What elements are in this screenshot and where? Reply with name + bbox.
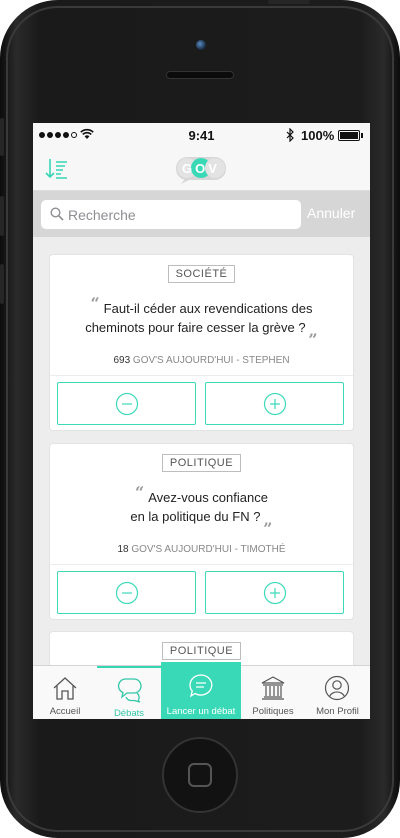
home-icon [53, 677, 77, 700]
debate-card[interactable]: SOCIÉTÉ “Faut-il céder aux revendication… [49, 254, 354, 431]
app-screen: 9:41 100% GOV Recherche Annuler SOCIÉTÉ … [33, 123, 370, 719]
minus-circle-icon [115, 392, 139, 416]
battery-icon [338, 130, 360, 141]
tab-label: Mon Profil [316, 706, 359, 717]
open-quote-icon: “ [90, 294, 100, 313]
debate-card[interactable]: POLITIQUE “Avez-vous confiance en la pol… [49, 443, 354, 620]
navigation-bar: GOV [33, 147, 370, 191]
category-tag: POLITIQUE [161, 454, 242, 472]
tab-mon-profil[interactable]: Mon Profil [305, 666, 370, 719]
tab-lancer-debat[interactable]: Lancer un débat [161, 662, 241, 719]
logo-text: GOV [182, 161, 220, 176]
debate-question: “Avez-vous confiance en la politique du … [130, 483, 273, 529]
search-input[interactable] [68, 200, 293, 229]
meta-text: GOV'S AUJOURD'HUI - TIMOTHÉ [131, 544, 286, 555]
mute-switch [0, 118, 4, 156]
debate-question: “Faut-il céder aux revendications des ch… [85, 294, 318, 340]
chat-bubbles-icon [117, 678, 142, 703]
search-icon [50, 207, 64, 221]
tab-accueil[interactable]: Accueil [33, 666, 97, 719]
vote-for-button[interactable] [205, 382, 344, 425]
vote-count: 693 [113, 355, 131, 366]
gov-logo: GOV [176, 157, 226, 184]
vote-count: 18 [117, 544, 129, 555]
user-profile-icon [324, 675, 350, 701]
sort-icon[interactable] [44, 157, 68, 181]
search-bar: Annuler [33, 191, 370, 237]
tab-label: Débats [113, 708, 145, 719]
home-button[interactable] [162, 737, 238, 813]
speech-bubble-icon [189, 674, 213, 698]
cancel-button[interactable]: Annuler [307, 205, 355, 221]
bluetooth-icon [286, 128, 294, 142]
tab-politiques[interactable]: Politiques [241, 666, 305, 719]
debate-meta: 18 GOV'S AUJOURD'HUI - TIMOTHÉ [50, 544, 353, 555]
debate-meta: 693 GOV'S AUJOURD'HUI - STEPHEN [50, 355, 353, 366]
battery-percent: 100% [301, 128, 335, 143]
plus-circle-icon [263, 392, 287, 416]
tab-label: Accueil [49, 706, 81, 717]
close-quote-icon: „ [308, 321, 318, 340]
tab-label: Politiques [252, 706, 294, 717]
volume-down-button [0, 264, 4, 304]
vote-against-button[interactable] [57, 571, 196, 614]
vote-for-button[interactable] [205, 571, 344, 614]
power-button [268, 0, 310, 4]
tab-debats[interactable]: Débats [97, 666, 161, 719]
home-square-icon [188, 763, 212, 787]
battery-tip [361, 133, 363, 138]
status-bar: 9:41 100% [33, 123, 370, 147]
close-quote-icon: „ [263, 510, 273, 529]
debate-card[interactable]: POLITIQUE [49, 631, 354, 665]
phone-frame: 9:41 100% GOV Recherche Annuler SOCIÉTÉ … [0, 0, 400, 838]
open-quote-icon: “ [135, 483, 145, 502]
search-field[interactable] [41, 200, 301, 229]
vote-against-button[interactable] [57, 382, 196, 425]
plus-circle-icon [263, 581, 287, 605]
tab-bar: Accueil Débats Lancer un débat Politique… [33, 662, 370, 719]
earpiece-speaker [166, 71, 234, 79]
divider [50, 375, 353, 376]
front-camera [196, 40, 206, 50]
divider [50, 564, 353, 565]
debate-feed[interactable]: SOCIÉTÉ “Faut-il céder aux revendication… [33, 237, 370, 665]
meta-text: GOV'S AUJOURD'HUI - STEPHEN [132, 355, 290, 366]
category-tag: SOCIÉTÉ [167, 265, 236, 283]
tab-label: Lancer un débat [166, 706, 236, 717]
volume-up-button [0, 196, 4, 236]
category-tag: POLITIQUE [161, 642, 242, 660]
government-building-icon [261, 676, 285, 700]
minus-circle-icon [115, 581, 139, 605]
